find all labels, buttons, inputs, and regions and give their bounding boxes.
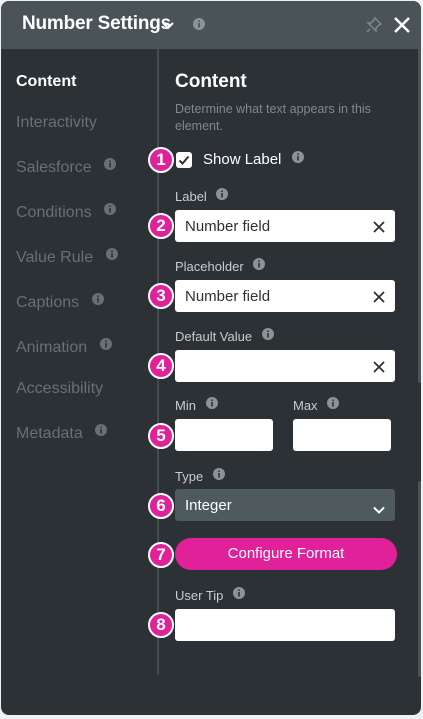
step-badge: 7: [148, 542, 174, 568]
step-badge: 2: [148, 213, 174, 239]
step-badge: 6: [148, 493, 174, 519]
clear-icon[interactable]: [373, 220, 385, 237]
show-label-text[interactable]: Show Label: [203, 150, 304, 168]
nav-item-conditions[interactable]: Conditions: [16, 202, 117, 222]
show-label-checkbox[interactable]: [176, 152, 192, 168]
info-icon: [99, 337, 112, 355]
default-value-input[interactable]: [175, 350, 395, 382]
section-description: Determine what text appears in this elem…: [175, 102, 371, 133]
nav-item-label: Value Rule: [16, 249, 94, 266]
nav-item-label: Salesforce: [16, 159, 92, 176]
number-settings-panel: Number Settings Content Interactivity Sa…: [1, 1, 421, 715]
placeholder-input[interactable]: Number field: [175, 280, 395, 312]
info-icon: [291, 150, 304, 167]
info-icon: [216, 188, 229, 203]
pin-icon[interactable]: [365, 16, 383, 39]
info-icon: [261, 328, 274, 343]
step-badge: 3: [148, 283, 174, 309]
nav-item-label: Animation: [16, 339, 88, 356]
panel-header: Number Settings: [1, 1, 421, 49]
nav-item-salesforce[interactable]: Salesforce: [16, 157, 117, 177]
info-icon: [95, 423, 108, 441]
scrollbar-track: [418, 481, 421, 677]
step-badge: 5: [148, 423, 174, 449]
user-tip-field-text: User Tip: [175, 588, 224, 603]
close-icon[interactable]: [392, 15, 412, 40]
min-field-text: Min: [175, 398, 196, 413]
panel-title[interactable]: Number Settings: [22, 13, 171, 35]
max-input[interactable]: [293, 419, 391, 451]
label-field-label: Label: [175, 188, 229, 204]
user-tip-field-label: User Tip: [175, 587, 246, 603]
info-icon: [212, 468, 225, 483]
min-input[interactable]: [175, 419, 273, 451]
nav-item-content[interactable]: Content: [16, 73, 76, 91]
chevron-down-icon: [373, 501, 385, 518]
nav-item-label: Captions: [16, 294, 80, 311]
clear-icon[interactable]: [373, 290, 385, 307]
type-field-label: Type: [175, 468, 225, 484]
show-label-label: Show Label: [203, 151, 282, 168]
type-select[interactable]: Integer: [175, 489, 395, 521]
max-field-label: Max: [293, 397, 340, 413]
info-icon: [105, 247, 118, 265]
default-value-field-label: Default Value: [175, 328, 274, 344]
nav-item-interactivity[interactable]: Interactivity: [16, 114, 97, 132]
info-icon: [91, 292, 104, 310]
user-tip-input[interactable]: [175, 609, 395, 641]
label-field-text: Label: [175, 189, 207, 204]
info-icon[interactable]: [193, 17, 205, 35]
info-icon: [327, 397, 340, 412]
section-title: Content: [175, 71, 247, 92]
chevron-down-icon[interactable]: [162, 18, 174, 36]
nav-item-accessibility[interactable]: Accessibility: [16, 380, 103, 398]
step-badge: 1: [148, 147, 174, 173]
label-input-value: Number field: [185, 218, 271, 235]
nav-item-animation[interactable]: Animation: [16, 337, 112, 357]
check-icon: [178, 155, 190, 165]
step-badge: 8: [148, 612, 174, 638]
info-icon: [253, 258, 266, 273]
placeholder-field-label: Placeholder: [175, 258, 266, 274]
placeholder-field-text: Placeholder: [175, 259, 244, 274]
clear-icon[interactable]: [373, 360, 385, 377]
scrollbar[interactable]: [418, 47, 421, 383]
nav-item-metadata[interactable]: Metadata: [16, 423, 108, 443]
placeholder-input-value: Number field: [185, 288, 271, 305]
configure-format-button[interactable]: Configure Format: [175, 538, 397, 570]
step-badge: 4: [148, 353, 174, 379]
nav-item-value-rule[interactable]: Value Rule: [16, 247, 118, 267]
info-icon: [233, 587, 246, 602]
info-icon: [104, 157, 117, 175]
info-icon: [104, 202, 117, 220]
info-icon: [205, 397, 218, 412]
type-select-value: Integer: [185, 497, 232, 514]
default-value-field-text: Default Value: [175, 329, 253, 344]
min-field-label: Min: [175, 397, 218, 413]
label-input[interactable]: Number field: [175, 210, 395, 242]
max-field-text: Max: [293, 398, 318, 413]
nav-item-captions[interactable]: Captions: [16, 292, 104, 312]
type-field-text: Type: [175, 469, 204, 484]
nav-item-label: Metadata: [16, 425, 83, 442]
nav-item-label: Conditions: [16, 204, 92, 221]
